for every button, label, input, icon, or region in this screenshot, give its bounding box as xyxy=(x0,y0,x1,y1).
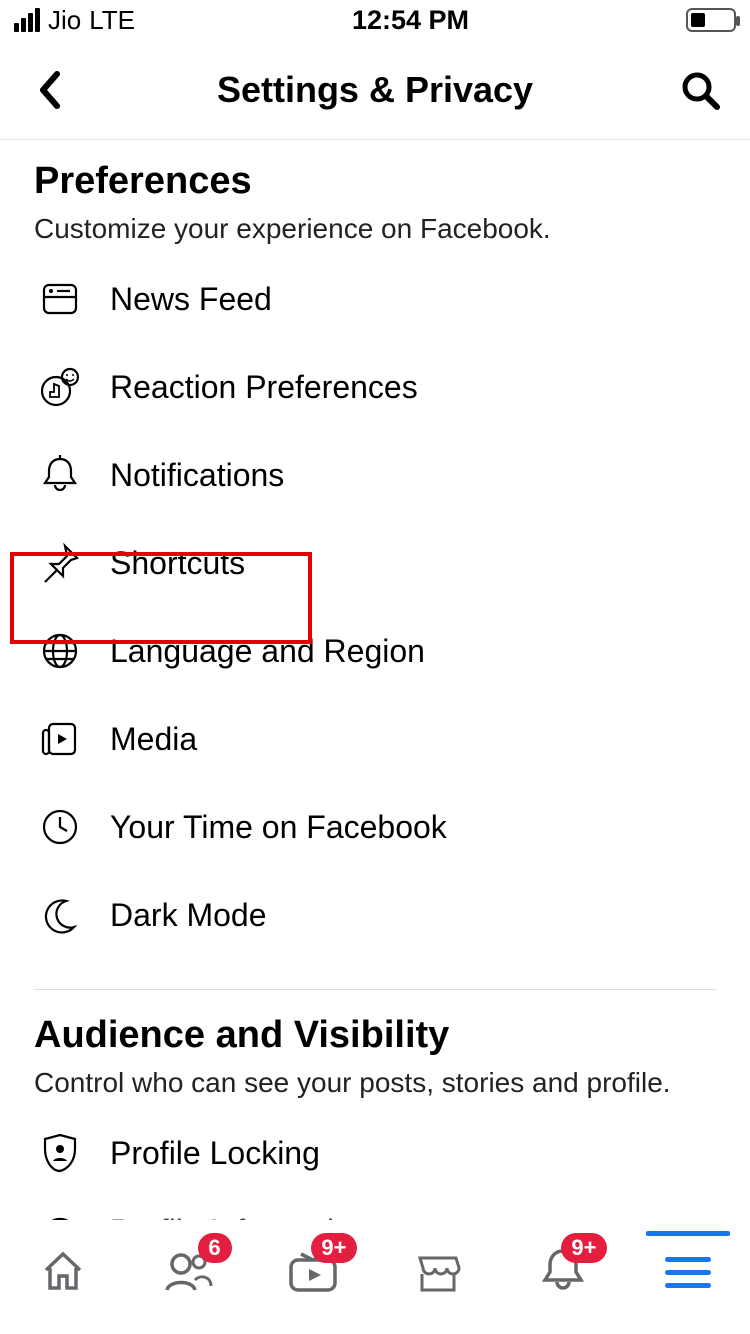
moon-icon xyxy=(38,893,82,937)
section-subtitle-preferences: Customize your experience on Facebook. xyxy=(34,213,716,245)
menu-icon xyxy=(665,1253,711,1288)
tab-notifications[interactable]: 9+ xyxy=(533,1241,593,1301)
globe-icon xyxy=(38,629,82,673)
tab-bar: 6 9+ 9+ xyxy=(0,1220,750,1320)
row-label: Dark Mode xyxy=(110,897,267,934)
notifications-badge: 9+ xyxy=(561,1233,606,1263)
bell-icon xyxy=(38,453,82,497)
status-bar: Jio LTE 12:54 PM xyxy=(0,0,750,40)
row-media[interactable]: Media xyxy=(34,695,716,783)
carrier-label: Jio xyxy=(48,5,81,36)
nav-header: Settings & Privacy xyxy=(0,40,750,140)
tab-menu[interactable] xyxy=(658,1241,718,1301)
network-label: LTE xyxy=(89,5,135,36)
row-label: Shortcuts xyxy=(110,545,245,582)
watch-badge: 9+ xyxy=(311,1233,356,1263)
signal-icon xyxy=(14,8,40,32)
row-news-feed[interactable]: News Feed xyxy=(34,255,716,343)
row-label: Language and Region xyxy=(110,633,425,670)
row-label: Profile Locking xyxy=(110,1135,320,1172)
profile-info-icon xyxy=(38,1213,82,1220)
shield-user-icon xyxy=(38,1131,82,1175)
pin-icon xyxy=(38,541,82,585)
row-label: Your Time on Facebook xyxy=(110,809,447,846)
active-tab-indicator xyxy=(646,1231,730,1236)
tab-home[interactable] xyxy=(33,1241,93,1301)
row-profile-locking[interactable]: Profile Locking xyxy=(34,1109,716,1197)
feed-icon xyxy=(38,277,82,321)
row-label: Profile Information xyxy=(110,1213,370,1220)
row-label: Media xyxy=(110,721,197,758)
row-notifications[interactable]: Notifications xyxy=(34,431,716,519)
page-title: Settings & Privacy xyxy=(217,69,533,111)
row-shortcuts[interactable]: Shortcuts xyxy=(34,519,716,607)
tab-friends[interactable]: 6 xyxy=(158,1241,218,1301)
clock-label: 12:54 PM xyxy=(352,5,469,36)
row-label: Reaction Preferences xyxy=(110,369,418,406)
clock-icon xyxy=(38,805,82,849)
row-your-time[interactable]: Your Time on Facebook xyxy=(34,783,716,871)
row-dark-mode[interactable]: Dark Mode xyxy=(34,871,716,959)
battery-icon xyxy=(686,8,736,32)
section-divider xyxy=(34,989,716,990)
tab-marketplace[interactable] xyxy=(408,1241,468,1301)
search-button[interactable] xyxy=(678,70,722,110)
media-icon xyxy=(38,717,82,761)
reaction-icon xyxy=(38,365,82,409)
row-label: News Feed xyxy=(110,281,272,318)
section-title-preferences: Preferences xyxy=(34,160,716,203)
tab-watch[interactable]: 9+ xyxy=(283,1241,343,1301)
row-label: Notifications xyxy=(110,457,284,494)
section-subtitle-audience: Control who can see your posts, stories … xyxy=(34,1067,716,1099)
row-reaction-preferences[interactable]: Reaction Preferences xyxy=(34,343,716,431)
row-profile-information[interactable]: Profile Information xyxy=(34,1197,716,1220)
section-title-audience: Audience and Visibility xyxy=(34,1014,716,1057)
row-language-region[interactable]: Language and Region xyxy=(34,607,716,695)
friends-badge: 6 xyxy=(198,1233,232,1263)
content-area[interactable]: Preferences Customize your experience on… xyxy=(0,140,750,1220)
back-button[interactable] xyxy=(28,70,72,110)
